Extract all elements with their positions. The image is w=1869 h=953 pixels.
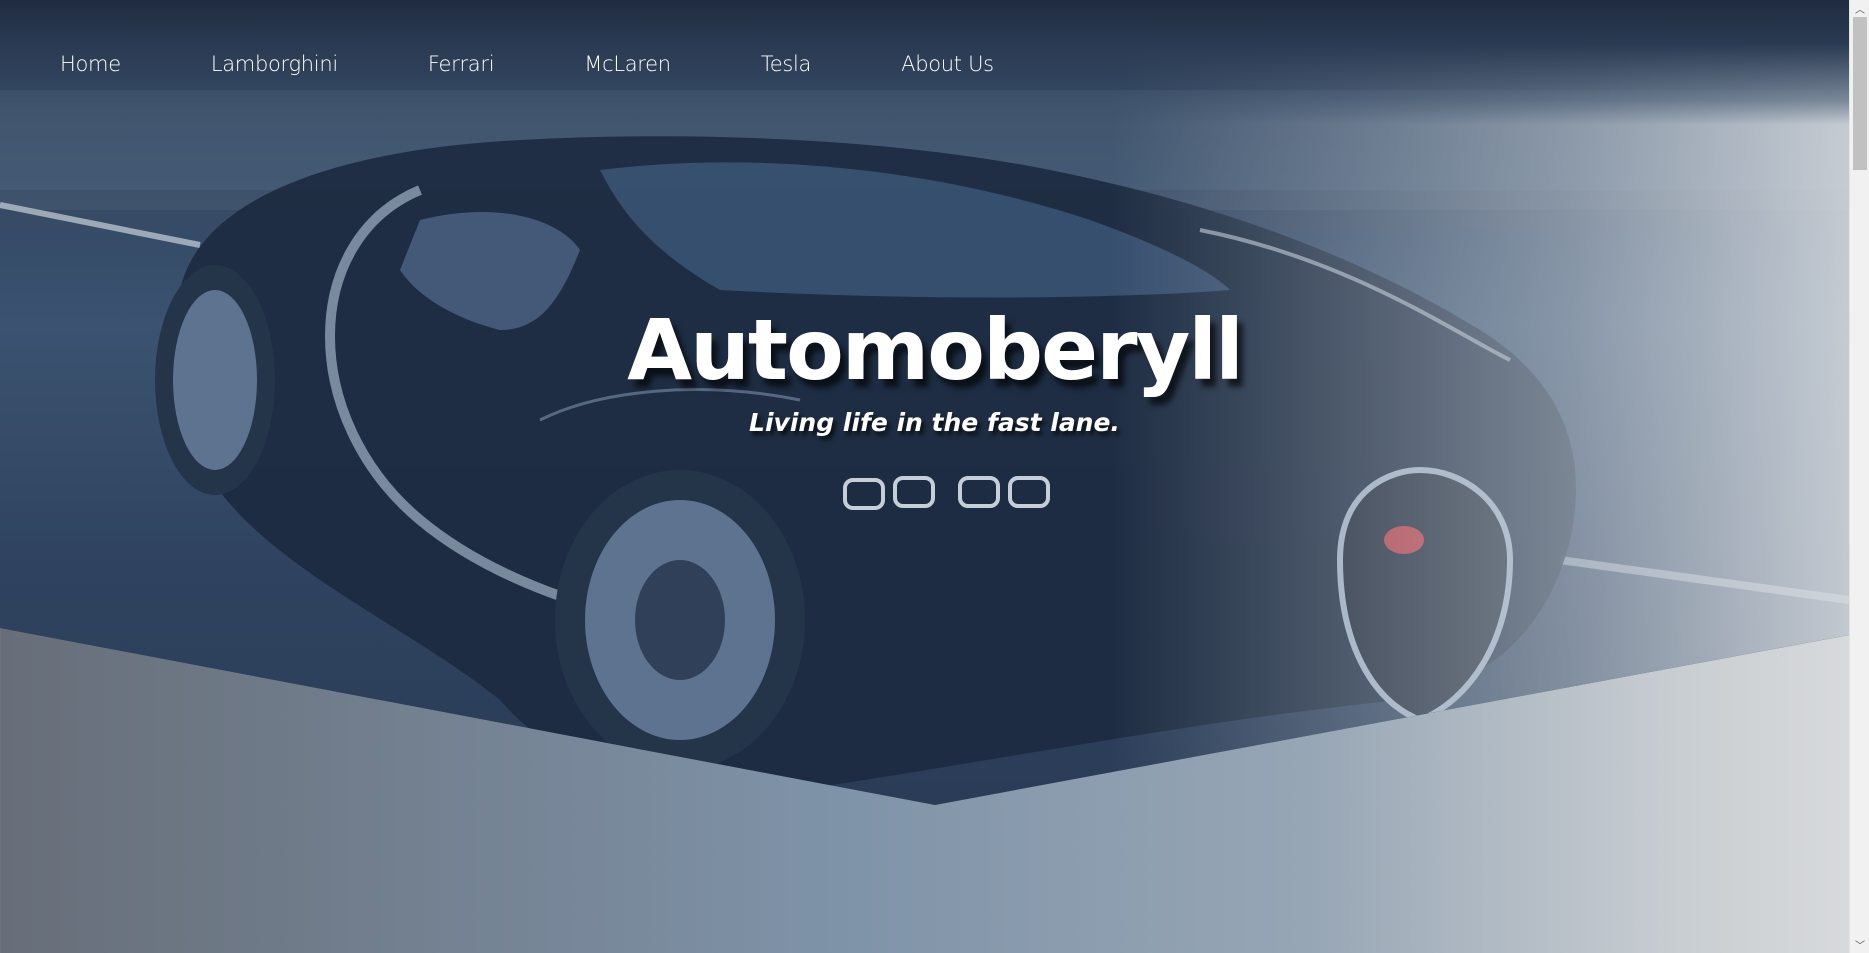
nav-tesla-link[interactable]: Tesla xyxy=(761,44,812,84)
nav-lamborghini-link[interactable]: Lamborghini xyxy=(211,44,338,84)
site-tagline: Living life in the fast lane. xyxy=(749,408,1120,437)
page: Home Lamborghini Ferrari McLaren Tesla A… xyxy=(0,0,1849,953)
nav-about-us-link[interactable]: About Us xyxy=(901,44,994,84)
site-title: Automoberyll xyxy=(627,301,1244,399)
nav-home-link[interactable]: Home xyxy=(60,44,121,84)
nav-ferrari-link[interactable]: Ferrari xyxy=(428,44,495,84)
chevron-down-icon[interactable]: ﹀ xyxy=(1850,936,1869,953)
scrollbar-thumb[interactable] xyxy=(1853,17,1867,170)
vertical-scrollbar[interactable]: ︿ ﹀ xyxy=(1849,0,1869,953)
nav-mclaren-link[interactable]: McLaren xyxy=(584,44,671,84)
chevron-up-icon[interactable]: ︿ xyxy=(1850,0,1869,17)
main-nav: Home Lamborghini Ferrari McLaren Tesla A… xyxy=(0,44,994,84)
